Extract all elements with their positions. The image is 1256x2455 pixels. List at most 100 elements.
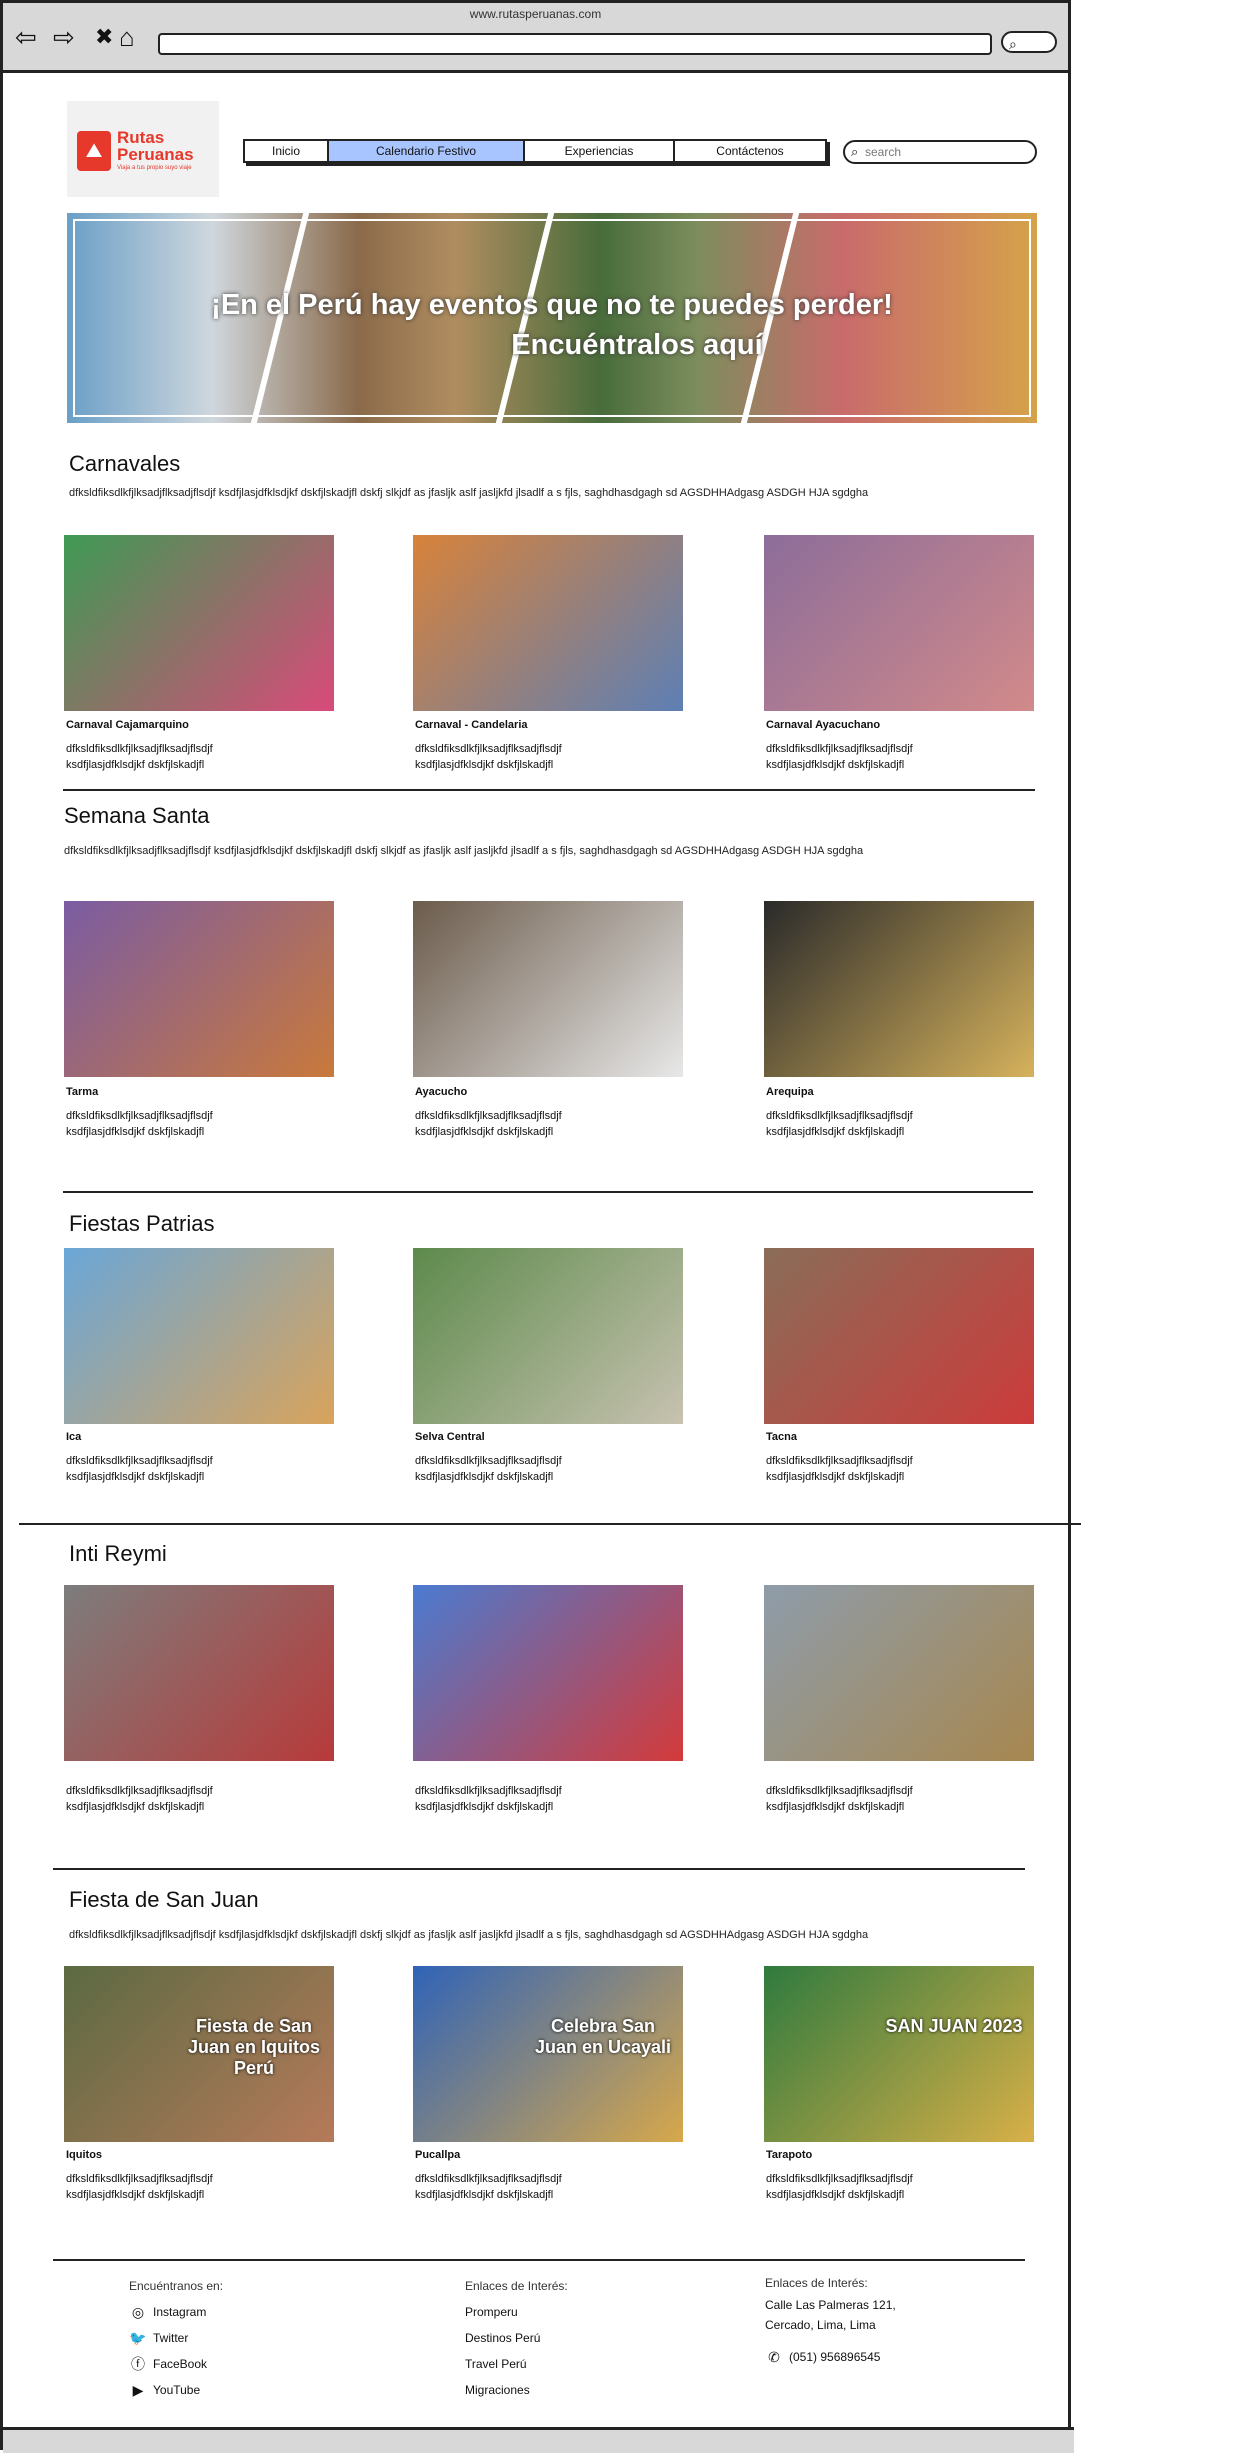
facebook-label: FaceBook xyxy=(153,2357,208,2371)
footer-divider xyxy=(53,2259,1025,2261)
event-description: dfksldfiksdlkfjlksadjflksadjflsdjf ksdfj… xyxy=(415,743,562,771)
event-description: dfksldfiksdlkfjlksadjflksadjflsdjf ksdfj… xyxy=(66,1110,213,1138)
home-button[interactable]: ⌂ xyxy=(119,23,135,51)
event-photo[interactable] xyxy=(64,1585,334,1761)
address-bar[interactable] xyxy=(158,33,992,55)
photo-caption: SAN JUAN 2023 xyxy=(885,2016,1023,2036)
event-photo[interactable]: Fiesta de San Juan en Iquitos Perú xyxy=(64,1966,334,2142)
section-title: Fiestas Patrias xyxy=(69,1211,215,1236)
event-description: dfksldfiksdlkfjlksadjflksadjflsdjf ksdfj… xyxy=(766,1455,913,1483)
footer-links: Enlaces de Interés: Promperu Destinos Pe… xyxy=(465,2273,568,2403)
youtube-link[interactable]: ▶ YouTube xyxy=(129,2377,223,2403)
logo-icon: ⛰ xyxy=(77,131,111,171)
address-line-2: Cercado, Lima, Lima xyxy=(765,2318,876,2332)
event-name: Ayacucho xyxy=(415,1086,468,1098)
footer-title: Encuéntranos en: xyxy=(129,2279,224,2293)
youtube-icon: ▶ xyxy=(132,2382,144,2398)
youtube-label: YouTube xyxy=(153,2383,201,2397)
event-description: dfksldfiksdlkfjlksadjflksadjflsdjf ksdfj… xyxy=(66,1455,213,1483)
browser-window: www.rutasperuanas.com ⇦ ⇨ ✖ ⌂ ⌕ ⛰ Rutas … xyxy=(0,0,1081,2453)
event-name: Carnaval - Candelaria xyxy=(415,719,528,731)
event-photo[interactable] xyxy=(413,535,683,711)
instagram-link[interactable]: ◎ Instagram xyxy=(129,2299,223,2325)
footer-title: Enlaces de Interés: xyxy=(465,2279,568,2293)
event-description: dfksldfiksdlkfjlksadjflksadjflsdjf ksdfj… xyxy=(66,1785,213,1813)
section-description: dfksldfiksdlkfjlksadjflksadjflsdjf ksdfj… xyxy=(69,487,869,499)
event-name: Carnaval Ayacuchano xyxy=(766,719,881,731)
event-description: dfksldfiksdlkfjlksadjflksadjflsdjf ksdfj… xyxy=(66,743,213,771)
event-photo[interactable] xyxy=(764,901,1034,1077)
event-photo[interactable] xyxy=(64,1248,334,1424)
back-button[interactable]: ⇦ xyxy=(15,23,37,51)
nav-item-contactenos[interactable]: Contáctenos xyxy=(675,141,825,161)
twitter-icon: 🐦 xyxy=(129,2330,147,2346)
travel-link[interactable]: Travel Perú xyxy=(465,2351,568,2377)
event-photo[interactable]: Celebra San Juan en Ucayali xyxy=(413,1966,683,2142)
url-label: www.rutasperuanas.com xyxy=(469,7,602,21)
event-photo[interactable]: SAN JUAN 2023 xyxy=(764,1966,1034,2142)
event-photo[interactable] xyxy=(764,1585,1034,1761)
search-icon: ⌕ xyxy=(1009,36,1017,52)
migraciones-link[interactable]: Migraciones xyxy=(465,2377,568,2403)
logo-title: Rutas Peruanas xyxy=(117,128,194,164)
phone-link[interactable]: ✆ (051) 956896545 xyxy=(765,2347,896,2367)
section-title: Semana Santa xyxy=(64,803,210,828)
event-name: Arequipa xyxy=(766,1086,814,1098)
event-photo[interactable] xyxy=(413,1585,683,1761)
logo-tagline: Viaja a tus propio suyo viaje xyxy=(117,165,192,171)
section-divider xyxy=(63,789,1035,791)
event-photo[interactable] xyxy=(413,1248,683,1424)
hero-headline: ¡En el Perú hay eventos que no te puedes… xyxy=(67,285,1037,365)
event-name: Ica xyxy=(66,1431,82,1443)
nav-item-experiencias[interactable]: Experiencias xyxy=(525,141,675,161)
whatsapp-icon: ✆ xyxy=(768,2349,780,2365)
photo-caption: Celebra San Juan en Ucayali xyxy=(534,2016,672,2057)
hero-line-2: Encuéntralos aquí xyxy=(511,329,763,361)
event-photo[interactable] xyxy=(64,901,334,1077)
section-description: dfksldfiksdlkfjlksadjflksadjflsdjf ksdfj… xyxy=(64,845,864,857)
event-description: dfksldfiksdlkfjlksadjflksadjflsdjf ksdfj… xyxy=(415,2173,562,2201)
section-title: Fiesta de San Juan xyxy=(69,1887,259,1912)
logo[interactable]: ⛰ Rutas Peruanas Viaja a tus propio suyo… xyxy=(67,101,219,197)
section-title: Carnavales xyxy=(69,451,181,476)
search-icon: ⌕ xyxy=(851,144,859,159)
instagram-label: Instagram xyxy=(153,2305,207,2319)
facebook-icon: ⓕ xyxy=(131,2356,145,2372)
address-line-1: Calle Las Palmeras 121, xyxy=(765,2298,896,2312)
close-button[interactable]: ✖ xyxy=(95,23,113,51)
footer-contact: Enlaces de Interés: Calle Las Palmeras 1… xyxy=(765,2273,896,2367)
event-photo[interactable] xyxy=(413,901,683,1077)
search-input[interactable]: ⌕ search xyxy=(843,140,1037,164)
event-description: dfksldfiksdlkfjlksadjflksadjflsdjf ksdfj… xyxy=(766,743,913,771)
event-description: dfksldfiksdlkfjlksadjflksadjflsdjf ksdfj… xyxy=(415,1110,562,1138)
facebook-link[interactable]: ⓕ FaceBook xyxy=(129,2351,223,2377)
twitter-label: Twitter xyxy=(153,2331,189,2345)
forward-button[interactable]: ⇨ xyxy=(53,23,75,51)
hero-line-1: ¡En el Perú hay eventos que no te puedes… xyxy=(211,289,893,321)
event-name: Carnaval Cajamarquino xyxy=(66,719,189,731)
event-description: dfksldfiksdlkfjlksadjflksadjflsdjf ksdfj… xyxy=(766,1785,913,1813)
browser-search-button[interactable]: ⌕ xyxy=(1001,31,1057,53)
main-nav: Inicio Calendario Festivo Experiencias C… xyxy=(243,139,827,163)
nav-item-inicio[interactable]: Inicio xyxy=(245,141,329,161)
event-description: dfksldfiksdlkfjlksadjflksadjflsdjf ksdfj… xyxy=(766,2173,913,2201)
browser-toolbar: www.rutasperuanas.com ⇦ ⇨ ✖ ⌂ ⌕ xyxy=(3,3,1068,73)
event-photo[interactable] xyxy=(764,535,1034,711)
nav-item-calendario[interactable]: Calendario Festivo xyxy=(329,141,525,161)
destinos-link[interactable]: Destinos Perú xyxy=(465,2325,568,2351)
footer-title: Enlaces de Interés: xyxy=(765,2276,868,2290)
section-divider xyxy=(53,1868,1025,1870)
twitter-link[interactable]: 🐦 Twitter xyxy=(129,2325,223,2351)
section-divider xyxy=(63,1191,1033,1193)
section-description: dfksldfiksdlkfjlksadjflksadjflsdjf ksdfj… xyxy=(69,1929,869,1941)
event-photo[interactable] xyxy=(764,1248,1034,1424)
event-name: Pucallpa xyxy=(415,2149,461,2161)
promperu-link[interactable]: Promperu xyxy=(465,2299,568,2325)
event-description: dfksldfiksdlkfjlksadjflksadjflsdjf ksdfj… xyxy=(415,1785,562,1813)
browser-status-bar xyxy=(3,2427,1074,2453)
instagram-icon: ◎ xyxy=(131,2304,145,2320)
photo-caption: Fiesta de San Juan en Iquitos Perú xyxy=(187,2016,320,2078)
event-description: dfksldfiksdlkfjlksadjflksadjflsdjf ksdfj… xyxy=(766,1110,913,1138)
event-name: Tacna xyxy=(766,1431,797,1443)
event-photo[interactable] xyxy=(64,535,334,711)
